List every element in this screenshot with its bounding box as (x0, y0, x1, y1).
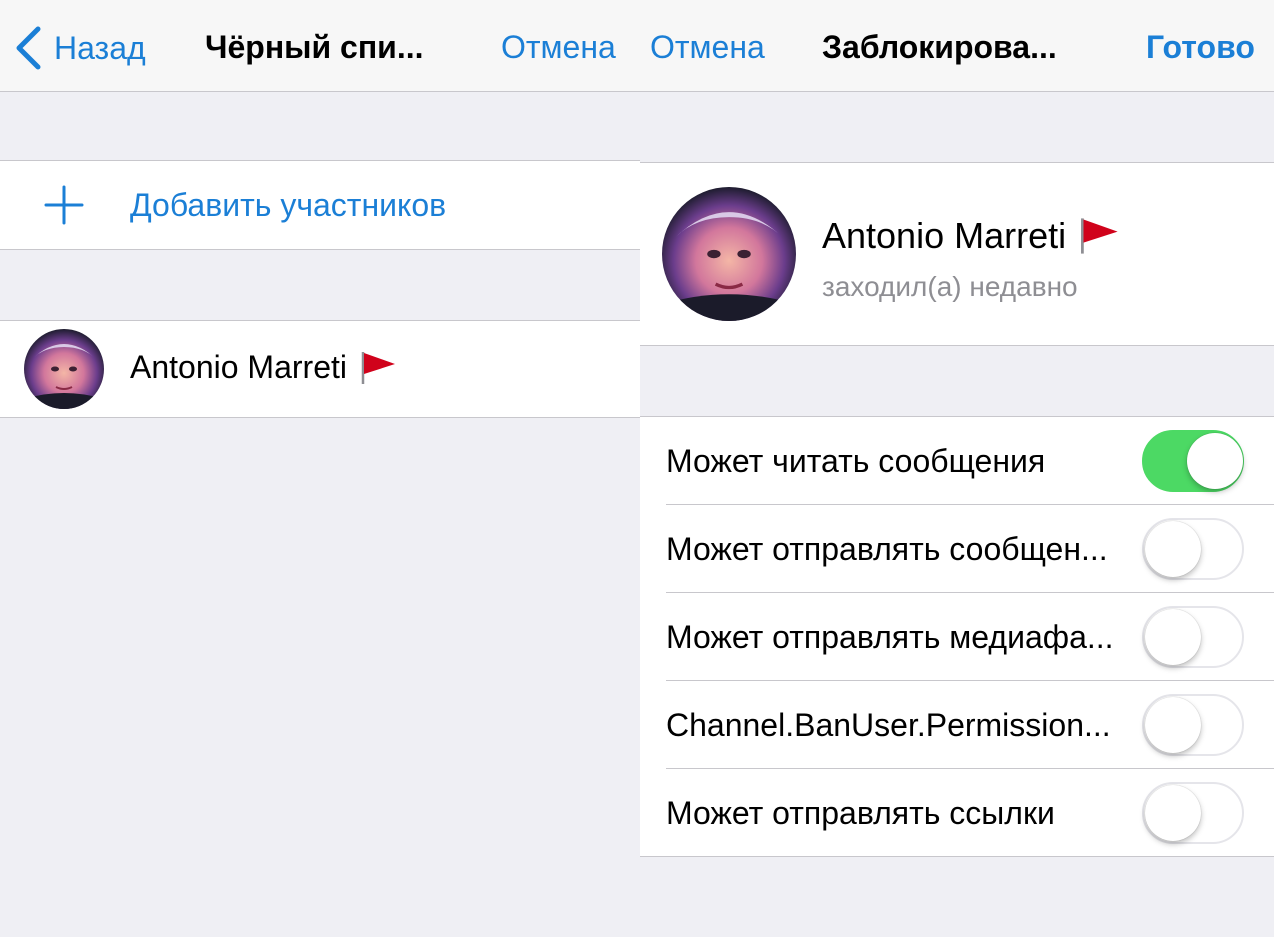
add-members-row[interactable]: Добавить участников (0, 160, 640, 250)
back-button[interactable]: Назад (14, 26, 146, 70)
back-label: Назад (54, 30, 146, 66)
permission-row-send-messages: Может отправлять сообщен... (640, 505, 1274, 593)
permission-label: Может читать сообщения (666, 443, 1046, 479)
cancel-button[interactable]: Отмена (650, 28, 765, 66)
last-seen-status: заходил(а) недавно (822, 271, 1078, 302)
permission-row-send-links: Может отправлять ссылки (640, 769, 1274, 857)
member-first-name: Antonio (130, 349, 239, 385)
toggle-knob (1145, 609, 1201, 665)
profile-name: Antonio Marreti (822, 215, 1122, 257)
member-name: Antonio Marreti (130, 349, 399, 386)
member-last-name: Marreti (247, 349, 347, 385)
add-members-label: Добавить участников (130, 187, 447, 223)
toggle-knob (1145, 785, 1201, 841)
red-flag-icon (361, 351, 395, 384)
avatar (662, 187, 796, 321)
done-button[interactable]: Готово (1146, 28, 1255, 66)
permission-row-send-media: Может отправлять медиафа... (640, 593, 1274, 681)
left-navigation-bar: Назад Чёрный спи... Отмена (0, 0, 640, 92)
permission-label: Может отправлять ссылки (666, 795, 1055, 831)
permission-label: Channel.BanUser.Permission... (666, 707, 1111, 743)
plus-icon (44, 185, 84, 225)
user-profile-card: Antonio Marreti заходил(а) недавно (640, 162, 1274, 346)
avatar (24, 329, 104, 409)
blacklist-screen: Назад Чёрный спи... Отмена Добавить учас… (0, 0, 640, 937)
permission-row-read-messages: Может читать сообщения (640, 417, 1274, 505)
read-messages-toggle[interactable] (1142, 430, 1244, 492)
channel-permission-toggle[interactable] (1142, 694, 1244, 756)
toggle-knob (1145, 521, 1201, 577)
permissions-list: Может читать сообщения Может отправлять … (640, 416, 1274, 857)
toggle-knob (1187, 433, 1243, 489)
permission-row-channel-ban: Channel.BanUser.Permission... (640, 681, 1274, 769)
right-navigation-bar: Отмена Заблокирова... Готово (640, 0, 1274, 92)
red-flag-icon (1081, 218, 1118, 254)
send-links-toggle[interactable] (1142, 782, 1244, 844)
send-media-toggle[interactable] (1142, 606, 1244, 668)
list-item[interactable]: Antonio Marreti (0, 320, 640, 418)
chevron-left-icon (16, 26, 41, 70)
page-title: Чёрный спи... (205, 29, 424, 65)
send-messages-toggle[interactable] (1142, 518, 1244, 580)
permission-label: Может отправлять медиафа... (666, 619, 1114, 655)
page-title: Заблокирова... (822, 29, 1057, 65)
permission-label: Может отправлять сообщен... (666, 531, 1108, 567)
profile-name-text: Antonio Marreti (822, 215, 1067, 256)
cancel-button[interactable]: Отмена (501, 28, 616, 66)
toggle-knob (1145, 697, 1201, 753)
ban-user-screen: Отмена Заблокирова... Готово Antonio Mar… (640, 0, 1274, 937)
